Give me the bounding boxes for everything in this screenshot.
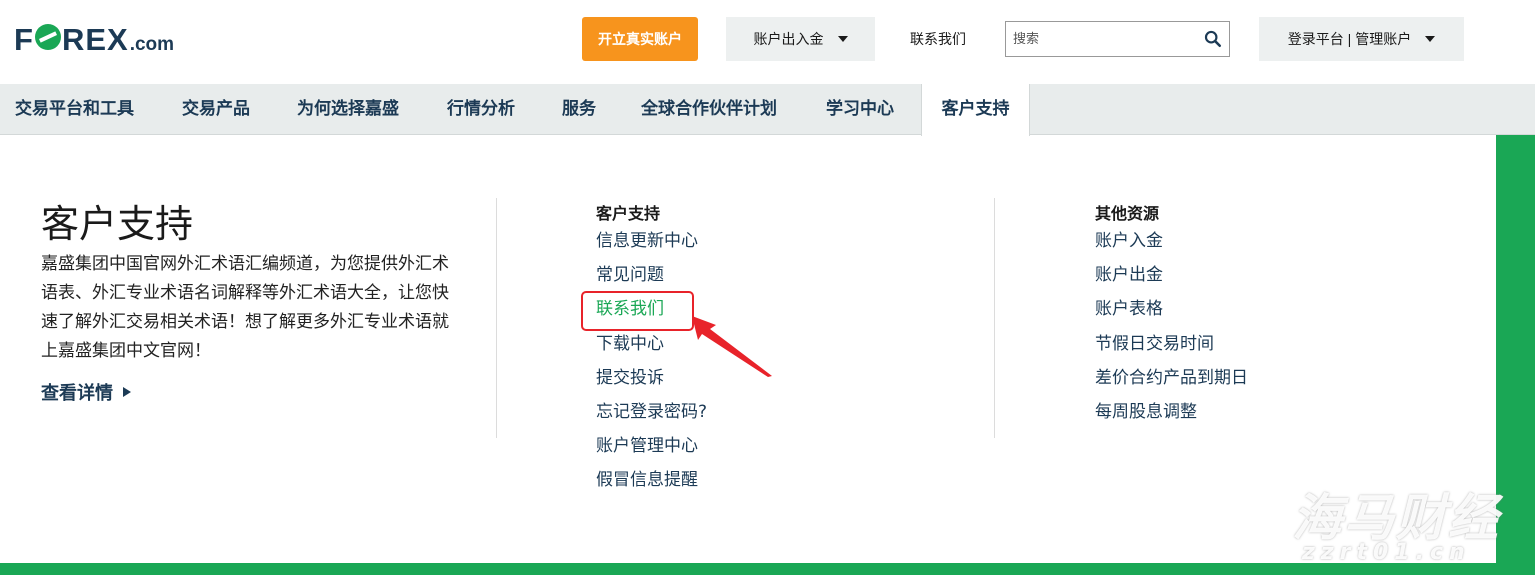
resources-links-list: 账户入金 账户出金 账户表格 节假日交易时间 差价合约产品到期日 每周股息调整 [1095, 224, 1248, 429]
forex-logo[interactable]: F REX .com [14, 22, 175, 57]
panel-description: 嘉盛集团中国官网外汇术语汇编频道，为您提供外汇术语表、外汇专业术语名词解释等外汇… [41, 254, 449, 361]
resource-link-deposit[interactable]: 账户入金 [1095, 224, 1248, 258]
nav-item-services[interactable]: 服务 [562, 84, 596, 135]
play-arrow-icon [123, 387, 131, 397]
open-live-account-button[interactable]: 开立真实账户 [582, 17, 698, 61]
nav-item-why-us[interactable]: 为何选择嘉盛 [297, 84, 399, 135]
view-details-label: 查看详情 [41, 383, 113, 404]
support-link-fraud-alert[interactable]: 假冒信息提醒 [596, 463, 707, 497]
resource-link-withdrawal[interactable]: 账户出金 [1095, 258, 1248, 292]
nav-item-learning-center[interactable]: 学习中心 [826, 84, 894, 135]
resource-link-forms[interactable]: 账户表格 [1095, 292, 1248, 326]
column-divider [496, 198, 497, 438]
resource-link-holiday-hours[interactable]: 节假日交易时间 [1095, 327, 1248, 361]
view-details-link[interactable]: 查看详情 [41, 379, 131, 405]
main-nav: 交易平台和工具 交易产品 为何选择嘉盛 行情分析 服务 全球合作伙伴计划 学习中… [0, 84, 1535, 136]
support-link-faq[interactable]: 常见问题 [596, 258, 707, 292]
nav-item-products[interactable]: 交易产品 [182, 84, 250, 135]
support-link-update-center[interactable]: 信息更新中心 [596, 224, 707, 258]
nav-item-customer-support[interactable]: 客户支持 [921, 84, 1030, 136]
support-link-account-center[interactable]: 账户管理中心 [596, 429, 707, 463]
nav-item-partners[interactable]: 全球合作伙伴计划 [641, 84, 777, 135]
nav-item-trading-platforms[interactable]: 交易平台和工具 [15, 84, 134, 135]
search-icon[interactable] [1204, 30, 1222, 48]
logo-suffix: .com [129, 34, 175, 55]
logo-letter-f: F [14, 22, 34, 57]
search-box [1005, 21, 1230, 57]
login-manage-account-label: 登录平台 | 管理账户 [1287, 31, 1412, 47]
resources-column-heading: 其他资源 [1095, 204, 1160, 223]
login-manage-account-dropdown[interactable]: 登录平台 | 管理账户 [1259, 17, 1464, 61]
account-funds-dropdown[interactable]: 账户出入金 [726, 17, 875, 61]
logo-letters-rex: REX [61, 22, 129, 57]
support-column-heading: 客户支持 [596, 204, 661, 223]
resource-link-cfd-expiry[interactable]: 差价合约产品到期日 [1095, 361, 1248, 395]
annotation-arrow-icon [692, 316, 772, 377]
resource-link-dividend-adjustments[interactable]: 每周股息调整 [1095, 395, 1248, 429]
account-funds-label: 账户出入金 [753, 31, 824, 47]
nav-item-market-analysis[interactable]: 行情分析 [447, 84, 515, 135]
contact-us-link[interactable]: 联系我们 [910, 29, 966, 49]
top-header: F REX .com 开立真实账户 账户出入金 联系我们 登录平台 | 管理账户 [0, 0, 1535, 84]
support-link-forgot-password[interactable]: 忘记登录密码? [596, 395, 707, 429]
column-divider [994, 198, 995, 438]
resources-links-column: 其他资源 账户入金 账户出金 账户表格 节假日交易时间 差价合约产品到期日 每周… [1095, 200, 1248, 429]
chevron-down-icon [1425, 36, 1436, 42]
logo-o-icon [34, 24, 61, 50]
search-input[interactable] [1006, 22, 1196, 56]
watermark-domain: zzrt01.cn [1302, 540, 1471, 565]
chevron-down-icon [837, 36, 848, 42]
watermark: 海马财经 zzrt01.cn [1290, 478, 1530, 573]
panel-title: 客户支持 [41, 202, 194, 246]
